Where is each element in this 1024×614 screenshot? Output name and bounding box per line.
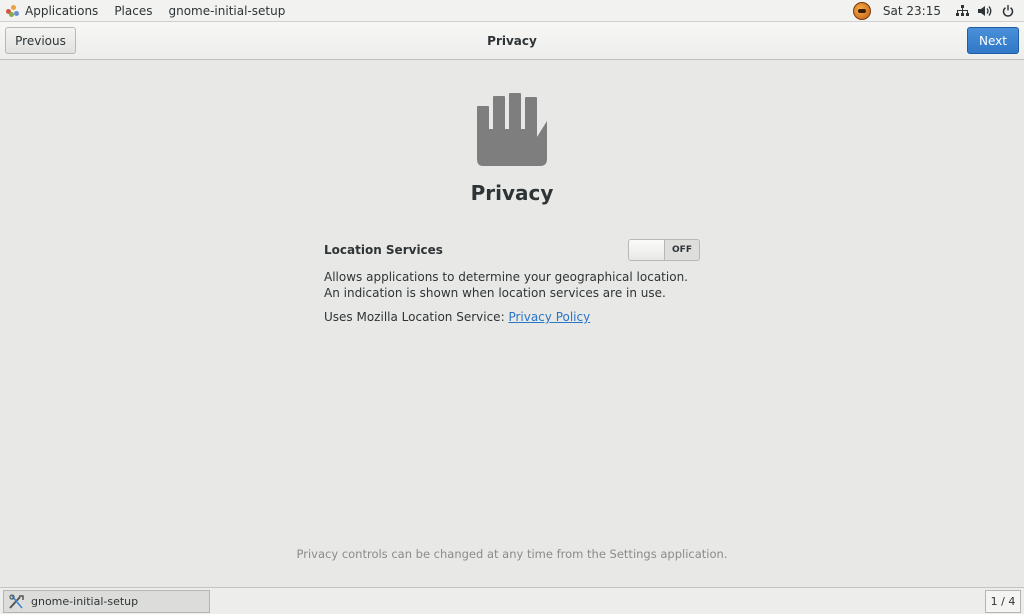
page-heading: Privacy bbox=[470, 181, 554, 205]
header-bar: Previous Privacy Next bbox=[0, 22, 1024, 60]
location-services-label: Location Services bbox=[324, 243, 443, 257]
applications-menu[interactable]: Applications bbox=[0, 0, 104, 22]
volume-icon[interactable] bbox=[978, 4, 992, 18]
applications-menu-label: Applications bbox=[25, 3, 99, 18]
top-panel: Applications Places gnome-initial-setup … bbox=[0, 0, 1024, 22]
location-service-provider: Uses Mozilla Location Service: Privacy P… bbox=[324, 310, 590, 324]
app-menu-label: gnome-initial-setup bbox=[168, 3, 286, 18]
taskbar-window-label: gnome-initial-setup bbox=[31, 595, 139, 608]
applications-icon bbox=[6, 4, 20, 17]
bottom-panel: gnome-initial-setup 1 / 4 bbox=[0, 587, 1024, 614]
switch-knob bbox=[629, 240, 665, 260]
switch-state-label: OFF bbox=[672, 245, 692, 255]
location-service-text: Uses Mozilla Location Service: bbox=[324, 310, 505, 324]
power-icon[interactable] bbox=[1001, 4, 1015, 18]
setup-tool-icon bbox=[8, 593, 26, 610]
clock[interactable]: Sat 23:15 bbox=[883, 4, 941, 18]
location-services-description: Allows applications to determine your ge… bbox=[324, 270, 688, 300]
footer-note: Privacy controls can be changed at any t… bbox=[296, 547, 728, 561]
privacy-policy-link[interactable]: Privacy Policy bbox=[508, 310, 590, 324]
system-tray: Sat 23:15 bbox=[852, 0, 1024, 22]
places-menu[interactable]: Places bbox=[108, 0, 158, 22]
header-title: Privacy bbox=[487, 34, 537, 48]
app-menu[interactable]: gnome-initial-setup bbox=[162, 0, 291, 22]
places-menu-label: Places bbox=[114, 3, 153, 18]
taskbar-window-button[interactable]: gnome-initial-setup bbox=[3, 590, 210, 613]
hand-privacy-icon bbox=[477, 93, 547, 166]
next-button[interactable]: Next bbox=[967, 27, 1019, 54]
workspace-switcher[interactable]: 1 / 4 bbox=[985, 590, 1021, 613]
hexchat-tray-icon[interactable] bbox=[852, 1, 871, 20]
network-icon[interactable] bbox=[955, 4, 969, 18]
location-services-switch[interactable]: OFF bbox=[628, 239, 700, 261]
